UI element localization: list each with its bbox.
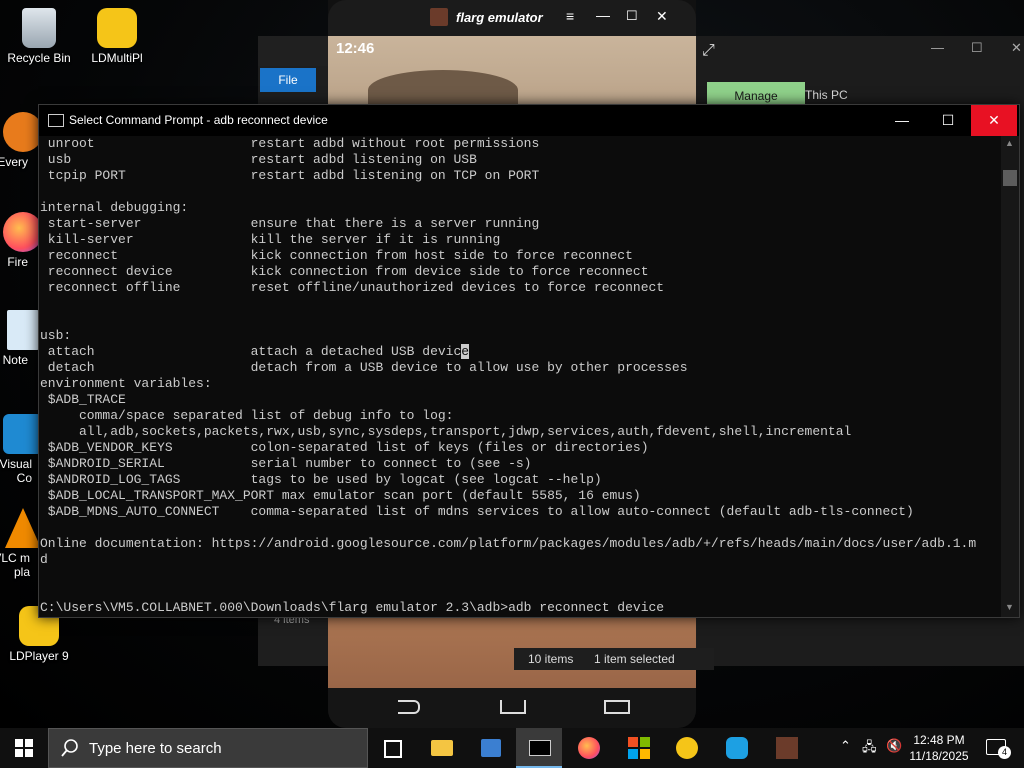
items-selected: 1 item selected (594, 652, 675, 666)
clock-time: 12:48 PM (913, 733, 965, 747)
volume-muted-icon[interactable]: 🔇 (886, 738, 902, 754)
emulator-title: flarg emulator (456, 10, 543, 25)
emulator-maximize-button[interactable]: ☐ (626, 8, 638, 24)
taskbar: Type here to search ⌃ 🖧 🔇 12:48 PM 11/18… (0, 728, 1024, 768)
desktop-icon-ldmultiplayer[interactable]: LDMultiPl (82, 8, 152, 65)
cmd-titlebar[interactable]: Select Command Prompt - adb reconnect de… (39, 105, 1019, 136)
explorer-minimize-button[interactable]: — (931, 40, 944, 55)
firefox-icon (578, 737, 600, 759)
notepad-icon (7, 310, 39, 350)
emulator-menu-icon[interactable]: ≡ (566, 8, 574, 24)
console-text-before-cursor: unroot restart adbd without root permiss… (40, 136, 665, 359)
vscode-icon (3, 414, 43, 454)
firefox-icon (3, 212, 43, 252)
chevron-up-icon[interactable]: ⌃ (840, 738, 851, 754)
console-selection-cursor: e (461, 344, 470, 359)
taskbar-task-view[interactable] (368, 728, 414, 768)
console-text-after-cursor: detach detach from a USB device to allow… (40, 360, 977, 615)
cmd-console-output[interactable]: unroot restart adbd without root permiss… (39, 136, 1001, 617)
windows-logo-icon (15, 739, 33, 757)
taskbar-network-app[interactable] (468, 728, 514, 768)
emulator-minimize-button[interactable]: — (596, 7, 610, 23)
explorer-maximize-button[interactable]: ☐ (971, 40, 983, 56)
scroll-up-arrow-icon[interactable]: ▲ (1005, 138, 1014, 148)
flarg-emulator-icon (776, 737, 798, 759)
emulator-close-button[interactable]: ✕ (656, 8, 668, 25)
taskbar-ldmultiplayer[interactable] (714, 728, 760, 768)
search-placeholder: Type here to search (89, 740, 222, 757)
back-icon[interactable] (398, 700, 420, 714)
taskbar-flarg-emulator[interactable] (764, 728, 810, 768)
cmd-title: Select Command Prompt - adb reconnect de… (69, 113, 328, 127)
explorer-status-bar: 10 items 1 item selected (514, 648, 714, 670)
task-view-icon (384, 740, 402, 758)
explorer-window-controls[interactable]: — ☐ ✕ (931, 40, 1022, 64)
cmd-scrollbar[interactable]: ▲ ▼ (1001, 136, 1019, 617)
taskbar-command-prompt[interactable] (516, 728, 562, 768)
taskbar-firefox[interactable] (566, 728, 612, 768)
network-icon[interactable]: 🖧 (862, 738, 877, 760)
start-button[interactable] (0, 728, 48, 768)
home-icon[interactable] (500, 700, 526, 714)
emulator-titlebar: flarg emulator ≡ — ☐ ✕ (328, 0, 696, 36)
search-icon (61, 739, 78, 757)
cmd-close-button[interactable]: ✕ (971, 105, 1017, 136)
items-count: 10 items (528, 652, 574, 666)
ldmultiplayer-icon (97, 8, 137, 48)
clock-date: 11/18/2025 (909, 749, 969, 763)
explorer-file-tab[interactable]: File (260, 68, 316, 92)
vlc-icon (5, 508, 41, 548)
notification-count: 4 (998, 746, 1011, 759)
everything-icon (3, 112, 43, 152)
ldplayer-icon (676, 737, 698, 759)
cmd-minimize-button[interactable]: — (879, 105, 925, 136)
network-app-icon (481, 739, 501, 757)
desktop-icon-recycle-bin[interactable]: Recycle Bin (4, 8, 74, 65)
taskbar-file-explorer[interactable] (418, 728, 464, 768)
cmd-scrollbar-thumb[interactable] (1003, 170, 1017, 186)
taskbar-microsoft-store[interactable] (616, 728, 662, 768)
file-explorer-icon (431, 740, 453, 756)
ldmultiplayer-icon (726, 737, 748, 759)
emulator-nav-bar (328, 688, 696, 728)
recents-icon[interactable] (604, 700, 630, 714)
system-tray: ⌃ 🖧 🔇 (836, 728, 906, 768)
explorer-close-button[interactable]: ✕ (1011, 40, 1022, 56)
command-prompt-icon (48, 114, 64, 127)
taskbar-clock[interactable]: 12:48 PM 11/18/2025 (905, 732, 973, 764)
microsoft-store-icon (628, 737, 650, 759)
taskbar-ldplayer[interactable] (664, 728, 710, 768)
command-prompt-icon (529, 740, 551, 756)
recycle-bin-icon (22, 8, 56, 48)
taskbar-search-box[interactable]: Type here to search (48, 728, 368, 768)
cmd-maximize-button[interactable]: ☐ (925, 105, 971, 136)
command-prompt-window: Select Command Prompt - adb reconnect de… (38, 104, 1020, 618)
emulator-status-time: 12:46 (336, 40, 375, 57)
manage-tab[interactable]: Manage (707, 82, 805, 106)
emulator-expand-icon[interactable]: ⤢ (702, 42, 715, 60)
emulator-app-icon (430, 8, 448, 26)
this-pc-label: This PC (805, 88, 848, 102)
scroll-down-arrow-icon[interactable]: ▼ (1005, 602, 1014, 612)
notification-center-button[interactable]: 4 (976, 728, 1024, 768)
